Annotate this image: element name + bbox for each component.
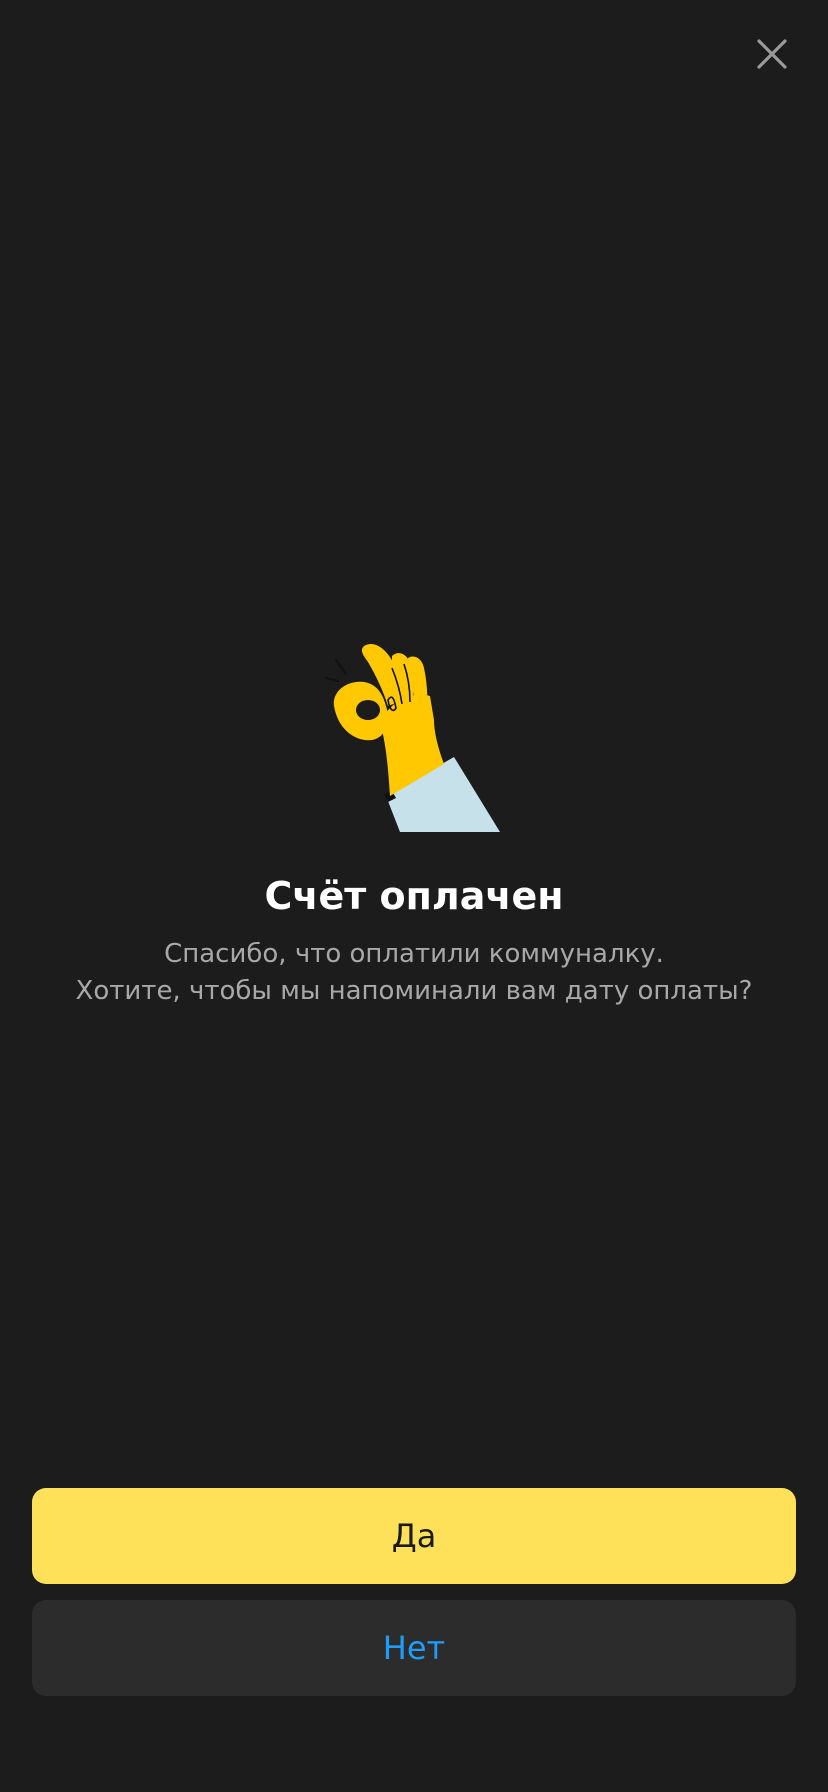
- close-button[interactable]: [748, 30, 796, 78]
- description-text: Спасибо, что оплатили коммуналку. Хотите…: [40, 936, 788, 1010]
- payment-success-screen: Счёт оплачен Спасибо, что оплатили комму…: [0, 0, 828, 1792]
- description-line-2: Хотите, чтобы мы напоминали вам дату опл…: [75, 976, 753, 1006]
- yes-button[interactable]: Да: [32, 1488, 796, 1584]
- close-icon: [757, 39, 787, 69]
- ok-hand-icon: [325, 644, 500, 832]
- page-title: Счёт оплачен: [264, 874, 564, 918]
- description-line-1: Спасибо, что оплатили коммуналку.: [164, 939, 664, 969]
- no-button[interactable]: Нет: [32, 1600, 796, 1696]
